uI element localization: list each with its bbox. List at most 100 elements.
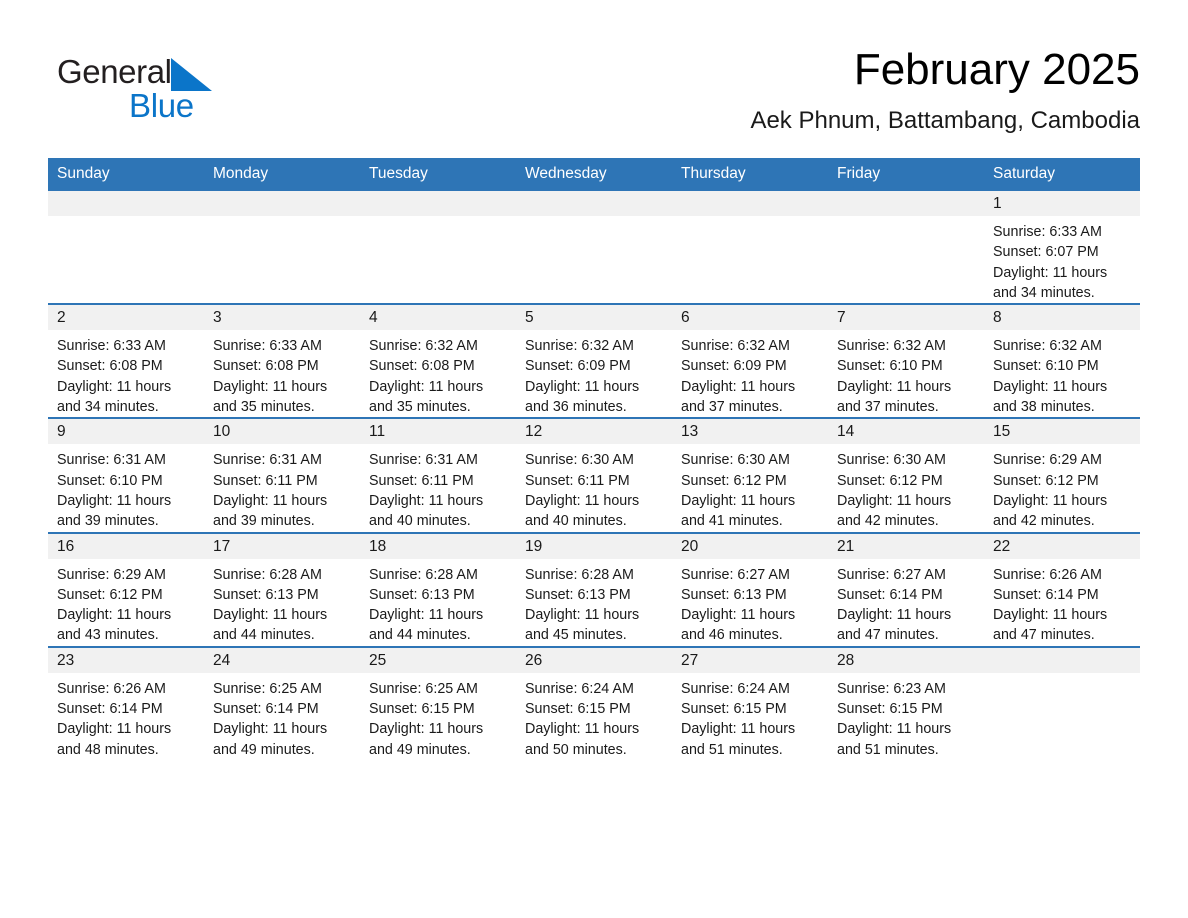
sunrise-text: Sunrise: 6:32 AM xyxy=(993,338,1102,355)
daylight-text: Daylight: 11 hours and 44 minutes. xyxy=(213,607,328,644)
day-cell[interactable]: 26 Sunrise: 6:24 AM Sunset: 6:15 PM Dayligh… xyxy=(516,645,672,760)
day-cell[interactable]: 27 Sunrise: 6:24 AM Sunset: 6:15 PM Dayligh… xyxy=(672,645,828,760)
sunrise-text: Sunrise: 6:33 AM xyxy=(993,224,1102,240)
triangle-icon xyxy=(170,58,212,91)
day-cell[interactable]: 6 Sunrise: 6:32 AM Sunset: 6:09 PM Daylight… xyxy=(672,303,828,419)
day-cell-empty xyxy=(984,645,1140,760)
day-cell[interactable]: 19 Sunrise: 6:28 AM Sunset: 6:13 PM Dayligh… xyxy=(516,531,672,647)
day-cell[interactable]: 1 Sunrise: 6:33 AM Sunset: 6:07 PM Daylight… xyxy=(984,191,1140,304)
daylight-text: Daylight: 11 hours and 49 minutes. xyxy=(213,721,328,758)
sunset-text: Sunset: 6:13 PM xyxy=(525,586,631,603)
sunrise-text: Sunrise: 6:31 AM xyxy=(369,452,478,469)
sunrise-text: Sunrise: 6:31 AM xyxy=(213,452,322,469)
day-number xyxy=(360,191,516,216)
weekday-header-tuesday: Tuesday xyxy=(360,158,516,191)
day-cell[interactable]: 14 Sunrise: 6:30 AM Sunset: 6:12 PM Dayligh… xyxy=(828,417,984,533)
calendar-page: General Blue February 2025 Aek Phnum, Ba… xyxy=(0,0,1188,918)
sunrise-text: Sunrise: 6:25 AM xyxy=(213,680,322,697)
day-cell-empty xyxy=(672,191,828,304)
day-cell[interactable]: 5 Sunrise: 6:32 AM Sunset: 6:09 PM Daylight… xyxy=(516,303,672,419)
day-number: 27 xyxy=(672,647,828,673)
sunrise-text: Sunrise: 6:33 AM xyxy=(213,338,322,355)
week-row: 16 Sunrise: 6:29 AM Sunset: 6:12 PM Dayligh… xyxy=(48,531,1140,647)
day-cell[interactable]: 8 Sunrise: 6:32 AM Sunset: 6:10 PM Daylight… xyxy=(984,303,1140,419)
day-number: 28 xyxy=(828,647,984,673)
general-blue-logo[interactable]: General Blue xyxy=(57,52,317,132)
day-details: Sunrise: 6:31 AM Sunset: 6:10 PM Daylight:… xyxy=(48,444,204,531)
calendar-grid: Sunday Monday Tuesday Wednesday Thursday Frid… xyxy=(48,158,1140,760)
sunrise-text: Sunrise: 6:24 AM xyxy=(525,680,634,697)
week-row: 9 Sunrise: 6:31 AM Sunset: 6:10 PM Daylight… xyxy=(48,417,1140,533)
calendar-header-row: Sunday Monday Tuesday Wednesday Thursday Frid… xyxy=(48,158,1140,191)
day-number xyxy=(516,191,672,216)
day-cell[interactable]: 25 Sunrise: 6:25 AM Sunset: 6:15 PM Dayligh… xyxy=(360,645,516,760)
sunset-text: Sunset: 6:13 PM xyxy=(213,586,319,603)
day-number xyxy=(828,191,984,216)
day-details: Sunrise: 6:30 AM Sunset: 6:12 PM Daylight:… xyxy=(828,444,984,531)
sunset-text: Sunset: 6:07 PM xyxy=(993,244,1099,261)
day-cell[interactable]: 2 Sunrise: 6:33 AM Sunset: 6:08 PM Daylight… xyxy=(48,303,204,419)
day-cell[interactable]: 21 Sunrise: 6:27 AM Sunset: 6:14 PM Dayligh… xyxy=(828,531,984,647)
daylight-text: Daylight: 11 hours and 49 minutes. xyxy=(369,721,484,758)
sunset-text: Sunset: 6:08 PM xyxy=(213,358,319,375)
day-cell[interactable]: 12 Sunrise: 6:30 AM Sunset: 6:11 PM Dayligh… xyxy=(516,417,672,533)
day-cell[interactable]: 23 Sunrise: 6:26 AM Sunset: 6:14 PM Dayligh… xyxy=(48,645,204,760)
day-cell[interactable]: 10 Sunrise: 6:31 AM Sunset: 6:11 PM Dayligh… xyxy=(204,417,360,533)
day-number: 23 xyxy=(48,647,204,673)
sunset-text: Sunset: 6:12 PM xyxy=(993,472,1099,489)
day-cell[interactable]: 24 Sunrise: 6:25 AM Sunset: 6:14 PM Dayligh… xyxy=(204,645,360,760)
sunrise-text: Sunrise: 6:27 AM xyxy=(837,566,946,583)
day-cell[interactable]: 4 Sunrise: 6:32 AM Sunset: 6:08 PM Daylight… xyxy=(360,303,516,419)
sunrise-text: Sunrise: 6:30 AM xyxy=(681,452,790,469)
day-number xyxy=(672,191,828,216)
day-number: 26 xyxy=(516,647,672,673)
sunset-text: Sunset: 6:09 PM xyxy=(681,358,787,375)
day-cell[interactable]: 20 Sunrise: 6:27 AM Sunset: 6:13 PM Dayligh… xyxy=(672,531,828,647)
day-cell[interactable]: 18 Sunrise: 6:28 AM Sunset: 6:13 PM Dayligh… xyxy=(360,531,516,647)
day-cell[interactable]: 16 Sunrise: 6:29 AM Sunset: 6:12 PM Dayligh… xyxy=(48,531,204,647)
daylight-text: Daylight: 11 hours and 35 minutes. xyxy=(369,378,484,416)
sunset-text: Sunset: 6:15 PM xyxy=(681,701,787,718)
day-number: 15 xyxy=(984,419,1140,445)
day-number: 12 xyxy=(516,419,672,445)
day-number: 11 xyxy=(360,419,516,445)
day-details: Sunrise: 6:26 AM Sunset: 6:14 PM Daylight:… xyxy=(984,559,1140,646)
day-number: 10 xyxy=(204,419,360,445)
day-details: Sunrise: 6:26 AM Sunset: 6:14 PM Daylight:… xyxy=(48,673,204,760)
day-number: 8 xyxy=(984,305,1140,331)
daylight-text: Daylight: 11 hours and 45 minutes. xyxy=(525,607,640,644)
day-cell[interactable]: 28 Sunrise: 6:23 AM Sunset: 6:15 PM Dayligh… xyxy=(828,645,984,760)
day-cell[interactable]: 7 Sunrise: 6:32 AM Sunset: 6:10 PM Daylight… xyxy=(828,303,984,419)
sunrise-text: Sunrise: 6:31 AM xyxy=(57,452,166,469)
daylight-text: Daylight: 11 hours and 44 minutes. xyxy=(369,607,484,644)
daylight-text: Daylight: 11 hours and 50 minutes. xyxy=(525,721,640,758)
day-cell-empty xyxy=(828,191,984,304)
daylight-text: Daylight: 11 hours and 42 minutes. xyxy=(837,492,952,530)
day-cell[interactable]: 3 Sunrise: 6:33 AM Sunset: 6:08 PM Daylight… xyxy=(204,303,360,419)
weekday-header-thursday: Thursday xyxy=(672,158,828,191)
sunset-text: Sunset: 6:14 PM xyxy=(213,701,319,718)
day-details: Sunrise: 6:33 AM Sunset: 6:08 PM Daylight:… xyxy=(48,330,204,417)
sunset-text: Sunset: 6:11 PM xyxy=(525,472,630,489)
day-cell[interactable]: 11 Sunrise: 6:31 AM Sunset: 6:11 PM Dayligh… xyxy=(360,417,516,533)
daylight-text: Daylight: 11 hours and 47 minutes. xyxy=(837,607,952,644)
day-number: 18 xyxy=(360,533,516,559)
day-cell[interactable]: 17 Sunrise: 6:28 AM Sunset: 6:13 PM Dayligh… xyxy=(204,531,360,647)
daylight-text: Daylight: 11 hours and 38 minutes. xyxy=(993,378,1108,416)
day-details: Sunrise: 6:28 AM Sunset: 6:13 PM Daylight:… xyxy=(516,559,672,646)
day-details: Sunrise: 6:32 AM Sunset: 6:10 PM Daylight:… xyxy=(828,330,984,417)
sunset-text: Sunset: 6:14 PM xyxy=(57,701,163,718)
day-cell[interactable]: 13 Sunrise: 6:30 AM Sunset: 6:12 PM Dayligh… xyxy=(672,417,828,533)
daylight-text: Daylight: 11 hours and 35 minutes. xyxy=(213,378,328,416)
day-cell[interactable]: 15 Sunrise: 6:29 AM Sunset: 6:12 PM Dayligh… xyxy=(984,417,1140,533)
logo-top-line: General xyxy=(57,52,317,92)
sunrise-text: Sunrise: 6:23 AM xyxy=(837,680,946,697)
sunrise-text: Sunrise: 6:32 AM xyxy=(837,338,946,355)
day-details: Sunrise: 6:28 AM Sunset: 6:13 PM Daylight:… xyxy=(204,559,360,646)
weekday-header-monday: Monday xyxy=(204,158,360,191)
daylight-text: Daylight: 11 hours and 40 minutes. xyxy=(525,492,640,530)
day-details: Sunrise: 6:32 AM Sunset: 6:09 PM Daylight:… xyxy=(672,330,828,417)
weekday-header-wednesday: Wednesday xyxy=(516,158,672,191)
day-cell[interactable]: 22 Sunrise: 6:26 AM Sunset: 6:14 PM Dayligh… xyxy=(984,531,1140,647)
day-cell[interactable]: 9 Sunrise: 6:31 AM Sunset: 6:10 PM Daylight… xyxy=(48,417,204,533)
